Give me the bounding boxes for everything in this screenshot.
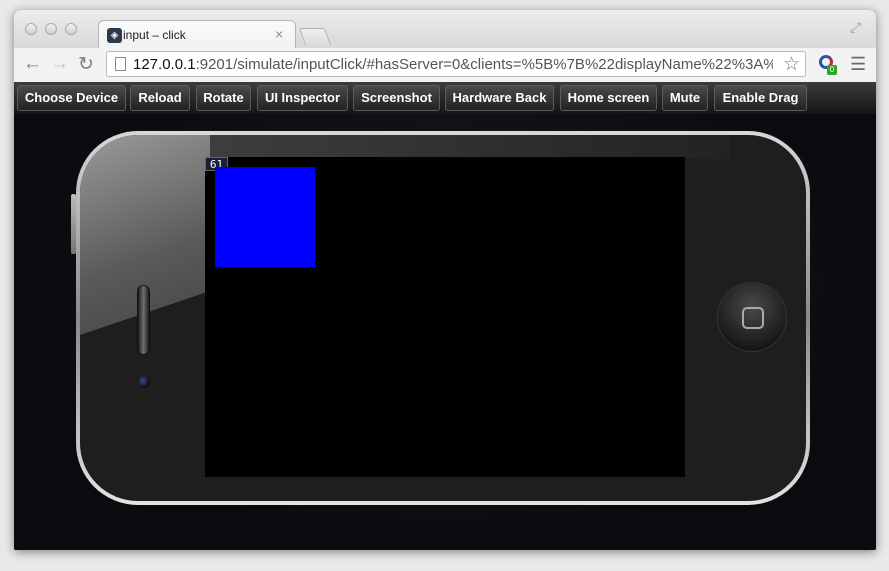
forward-icon[interactable]: → — [50, 53, 69, 75]
speaker-grille — [137, 285, 150, 355]
device-screen[interactable]: 61 — [205, 157, 685, 477]
url-host: 127.0.0.1 — [133, 56, 196, 73]
screenshot-button[interactable]: Screenshot — [353, 85, 440, 111]
back-icon[interactable]: ← — [23, 53, 42, 75]
blue-box[interactable] — [215, 167, 315, 267]
home-button[interactable] — [717, 282, 787, 352]
extension-badge: 0 — [827, 65, 837, 75]
browser-window: ◈ input – click × ⤢ ← → ↻ 127.0.0.1:9201… — [14, 10, 876, 550]
new-tab-button[interactable] — [298, 28, 332, 45]
zoom-window-button[interactable] — [65, 23, 77, 35]
minimize-window-button[interactable] — [45, 23, 57, 35]
mute-button[interactable]: Mute — [662, 85, 708, 111]
star-icon[interactable]: ☆ — [783, 53, 800, 76]
camera-icon — [138, 376, 150, 388]
close-icon[interactable]: × — [275, 26, 283, 42]
reload-button[interactable]: Reload — [130, 85, 190, 111]
fullscreen-icon[interactable]: ⤢ — [850, 19, 861, 36]
phone-glare-top — [210, 135, 730, 159]
address-bar[interactable]: 127.0.0.1:9201/simulate/inputClick/#hasS… — [106, 51, 806, 77]
simulator-toolbar: Choose Device Reload Rotate UI Inspector… — [14, 82, 876, 115]
page-icon — [115, 57, 126, 71]
menu-icon[interactable]: ☰ — [850, 54, 866, 75]
ui-inspector-button[interactable]: UI Inspector — [257, 85, 348, 111]
choose-device-button[interactable]: Choose Device — [17, 85, 126, 111]
url-text[interactable]: 127.0.0.1:9201/simulate/inputClick/#hasS… — [133, 56, 773, 73]
navigation-bar: ← → ↻ 127.0.0.1:9201/simulate/inputClick… — [14, 48, 876, 83]
rotate-button[interactable]: Rotate — [196, 85, 251, 111]
hardware-back-button[interactable]: Hardware Back — [445, 85, 554, 111]
tab-favicon-icon: ◈ — [107, 28, 122, 43]
tab-active[interactable]: ◈ input – click × — [98, 20, 296, 49]
tab-title: input – click — [123, 28, 186, 42]
url-path: :9201/simulate/inputClick/#hasServer=0&c… — [195, 56, 773, 73]
enable-drag-button[interactable]: Enable Drag — [714, 85, 807, 111]
title-bar: ◈ input – click × ⤢ — [14, 10, 876, 49]
home-square-icon — [742, 307, 764, 329]
home-screen-button[interactable]: Home screen — [560, 85, 657, 111]
extension-icon[interactable]: 0 — [818, 54, 837, 75]
reload-icon[interactable]: ↻ — [78, 53, 94, 76]
close-window-button[interactable] — [25, 23, 37, 35]
